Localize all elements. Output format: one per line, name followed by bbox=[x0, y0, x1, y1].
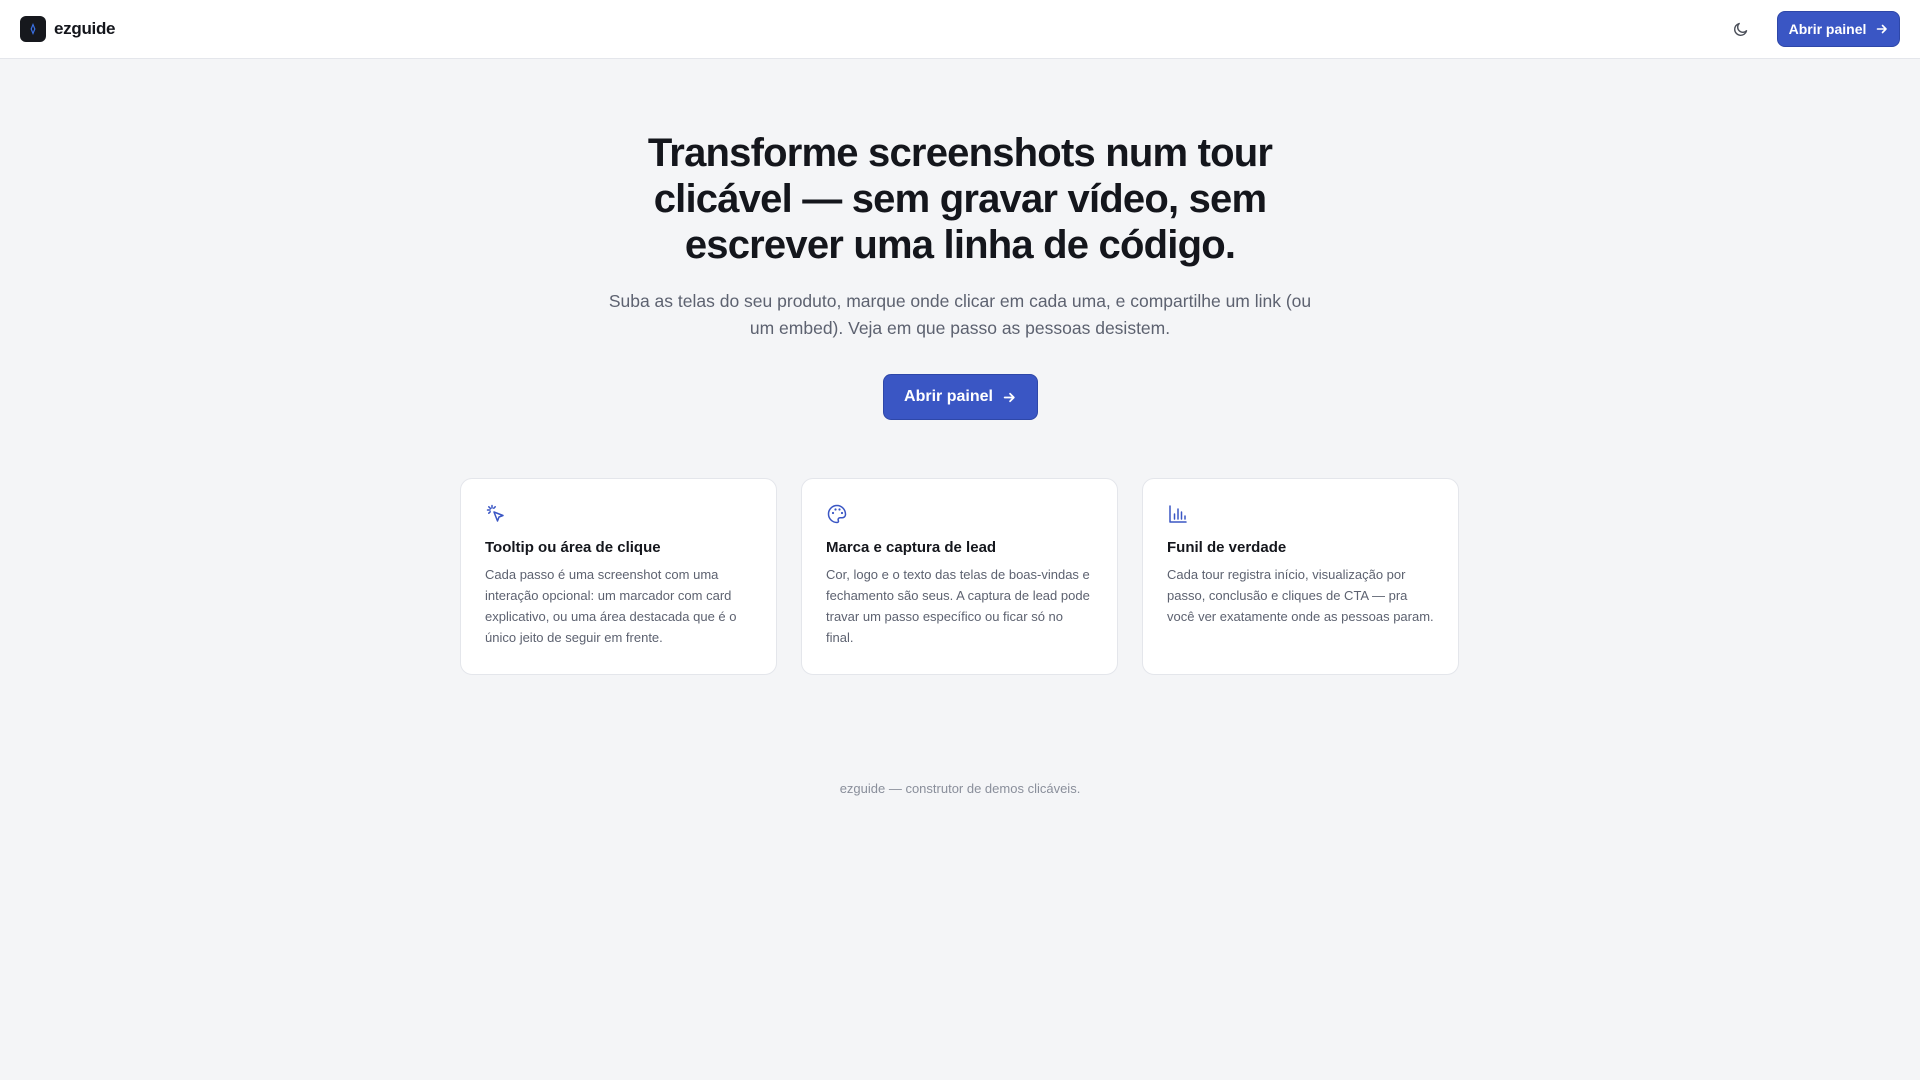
hero-cta-label: Abrir painel bbox=[904, 388, 993, 405]
hero-title: Transforme screenshots num tour clicável… bbox=[647, 131, 1273, 267]
footer-text: ezguide — construtor de demos clicáveis. bbox=[839, 781, 1081, 796]
top-navbar: ezguide Abrir painel bbox=[0, 0, 1920, 59]
feature-card-tooltip: Tooltip ou área de clique Cada passo é u… bbox=[460, 478, 777, 675]
arrow-right-icon bbox=[1877, 24, 1888, 34]
feature-title: Marca e captura de lead bbox=[826, 539, 997, 556]
top-actions: Abrir painel bbox=[1725, 11, 1900, 47]
palette-icon bbox=[827, 504, 847, 524]
theme-toggle-button[interactable] bbox=[1725, 13, 1757, 45]
open-panel-button[interactable]: Abrir painel bbox=[1777, 11, 1900, 47]
hero-subtitle: Suba as telas do seu produto, marque ond… bbox=[608, 291, 1312, 338]
bar-chart-icon bbox=[1169, 505, 1187, 523]
brand[interactable]: ezguide bbox=[20, 16, 115, 42]
features-grid: Tooltip ou área de clique Cada passo é u… bbox=[460, 478, 1460, 675]
logo-icon bbox=[20, 16, 46, 42]
feature-text: Cada passo é uma screenshot com uma inte… bbox=[485, 567, 737, 645]
brand-name: ezguide bbox=[54, 19, 116, 38]
hero-section: Transforme screenshots num tour clicável… bbox=[0, 130, 1920, 420]
arrow-right-icon bbox=[1003, 392, 1015, 402]
moon-icon bbox=[1733, 22, 1748, 37]
feature-card-branding: Marca e captura de lead Cor, logo e o te… bbox=[801, 478, 1118, 675]
feature-card-funnel: Funil de verdade Cada tour registra iníc… bbox=[1142, 478, 1459, 675]
cursor-click-icon bbox=[486, 504, 504, 522]
footer: ezguide — construtor de demos clicáveis. bbox=[0, 781, 1920, 796]
hero-open-panel-button[interactable]: Abrir painel bbox=[882, 374, 1038, 420]
feature-text: Cor, logo e o texto das telas de boas-vi… bbox=[826, 567, 1090, 645]
open-panel-label: Abrir painel bbox=[1788, 21, 1867, 37]
feature-text: Cada tour registra início, visualização … bbox=[1167, 567, 1434, 624]
feature-title: Funil de verdade bbox=[1167, 539, 1287, 556]
feature-title: Tooltip ou área de clique bbox=[485, 539, 661, 556]
